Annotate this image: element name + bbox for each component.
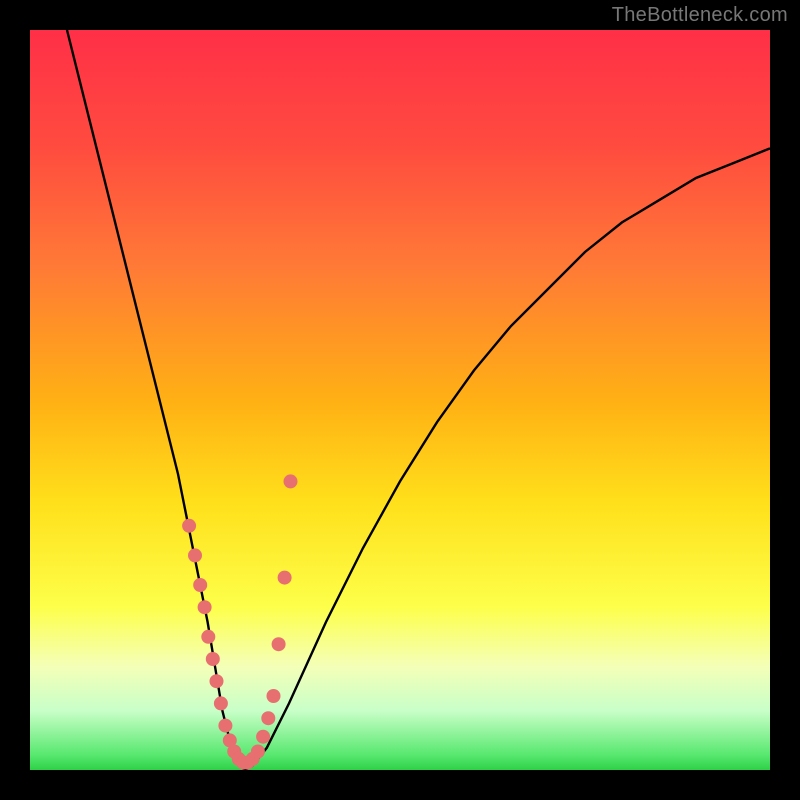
- data-point: [284, 474, 298, 488]
- bottleneck-curve: [67, 30, 770, 770]
- plot-area: [30, 30, 770, 770]
- data-point: [251, 745, 265, 759]
- data-point: [267, 689, 281, 703]
- data-point: [201, 630, 215, 644]
- data-point: [198, 600, 212, 614]
- data-point: [261, 711, 275, 725]
- data-point: [188, 548, 202, 562]
- chart-frame: TheBottleneck.com: [0, 0, 800, 800]
- data-point: [182, 519, 196, 533]
- data-point: [214, 696, 228, 710]
- data-point: [278, 571, 292, 585]
- data-point: [206, 652, 220, 666]
- data-point: [256, 730, 270, 744]
- data-point: [210, 674, 224, 688]
- data-point: [193, 578, 207, 592]
- data-point: [272, 637, 286, 651]
- data-point: [218, 719, 232, 733]
- chart-svg: [30, 30, 770, 770]
- watermark-text: TheBottleneck.com: [612, 4, 788, 27]
- sample-points: [182, 474, 297, 769]
